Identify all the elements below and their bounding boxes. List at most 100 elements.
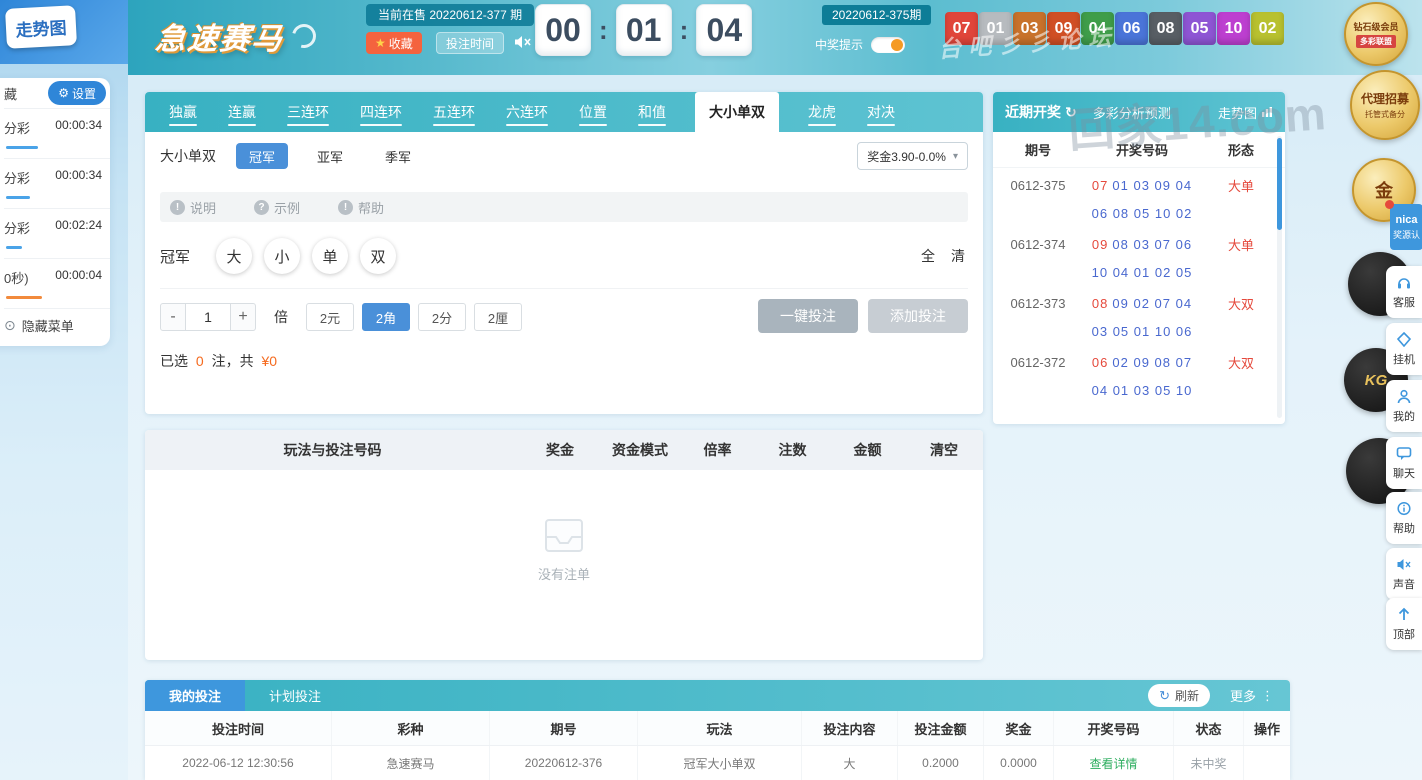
quick-bet-button[interactable]: 一键投注 [758,299,858,333]
winning-balls: 07010309040608051002 [945,12,1284,45]
lottery-item[interactable]: 分彩 00:00:34 [4,158,110,208]
tab-hezhi[interactable]: 和值 [636,92,668,132]
tab-weizhi[interactable]: 位置 [577,92,609,132]
tab-recent-draws[interactable]: 近期开奖 ↻ [1005,102,1077,122]
countdown-colon: : [680,15,689,46]
tab-analysis-forecast[interactable]: 多彩分析预测 [1093,103,1171,122]
first-number: 06 [1092,355,1108,370]
mute-icon[interactable] [514,35,532,49]
sound-button[interactable]: 声音 [1386,548,1422,600]
current-issue-label: 当前在售 20220612-377 期 [366,4,534,26]
multiplier-decrease-button[interactable]: - [160,303,186,331]
sound-label: 声音 [1393,576,1415,592]
view-details-link[interactable]: 查看详情 [1053,746,1173,780]
win-tip: 中奖提示 [815,36,905,53]
add-bet-button[interactable]: 添加投注 [868,299,968,333]
tab-longhu[interactable]: 龙虎 [806,92,838,132]
lottery-item[interactable]: 0秒) 00:00:04 [4,258,110,308]
tab-silianhuan[interactable]: 四连环 [358,92,404,132]
slip-col-clear[interactable]: 清空 [905,440,983,460]
tab-sanlianhuan[interactable]: 三连环 [285,92,331,132]
tab-liulianhuan[interactable]: 六连环 [504,92,550,132]
lottery-countdown: 00:00:04 [55,268,102,282]
play-group-label: 大小单双 [160,146,216,166]
bet-time-button[interactable]: 投注时间 [436,32,504,54]
chat-button[interactable]: 聊天 [1386,437,1422,489]
bonus-select-value: 奖金3.90-0.0% [867,148,946,165]
subtab-champion[interactable]: 冠军 [236,143,288,169]
tab-lianying[interactable]: 连赢 [226,92,258,132]
unit-jiao-button[interactable]: 2角 [362,303,410,331]
trend-chart-badge[interactable]: 走势图 [5,5,77,49]
tab-wulianhuan[interactable]: 五连环 [431,92,477,132]
subtab-third[interactable]: 季军 [372,143,424,169]
lottery-item[interactable]: 分彩 00:02:24 [4,208,110,258]
lottery-progress-bar [6,296,42,299]
tab-trend-chart[interactable]: 走势图 [1218,103,1273,122]
cert-tag-line2: 奖源认 [1393,228,1420,241]
row-issue: 0612-375 [993,178,1083,193]
bet-option-odd[interactable]: 单 [312,238,348,274]
my-account-button[interactable]: 我的 [1386,380,1422,432]
favorite-button[interactable]: ★ 收藏 [366,32,422,54]
multiplier-increase-button[interactable]: + [230,303,256,331]
help-link[interactable]: ! 帮助 [338,198,384,217]
help-button[interactable]: 帮助 [1386,492,1422,544]
col-numbers: 开奖号码 [1083,140,1201,159]
lottery-item[interactable]: 分彩 00:00:34 [4,108,110,158]
more-button[interactable]: 更多 ⋮ [1230,680,1274,711]
auto-play-button[interactable]: 挂机 [1386,323,1422,375]
win-tip-toggle[interactable] [871,37,905,53]
collapse-label: 藏 [4,84,17,103]
select-all-button[interactable]: 全 [921,246,935,266]
example-link[interactable]: ? 示例 [254,198,300,217]
app: 台吧彡彡论坛 回家14.com 走势图 藏 ⚙ 设置 分彩 00:00:34 分… [0,0,1422,780]
bonus-select[interactable]: 奖金3.90-0.0% ▾ [857,142,968,170]
rest-numbers: 08 03 07 06 [1112,237,1192,252]
favorite-label: 收藏 [389,35,413,52]
unit-fen-button[interactable]: 2分 [418,303,466,331]
chart-icon [1261,106,1273,118]
logo[interactable]: 急速赛马 [156,14,316,58]
cell-bet-time: 2022-06-12 12:30:56 [145,746,331,780]
bet-option-small[interactable]: 小 [264,238,300,274]
tab-plan-bets[interactable]: 计划投注 [245,680,345,711]
subtab-runnerup[interactable]: 亚军 [304,143,356,169]
refresh-button[interactable]: ↻ 刷新 [1148,684,1210,707]
recent-draws-label: 近期开奖 [1005,102,1061,122]
agent-recruit-badge[interactable]: 代理招募 托管式备分 [1350,70,1420,140]
col-amount: 投注金额 [897,711,983,745]
tab-duijue[interactable]: 对决 [865,92,897,132]
settings-label: 设置 [72,85,96,102]
example-label: 示例 [274,198,300,217]
instructions-link[interactable]: ! 说明 [170,198,216,217]
agent-badge-line2: 托管式备分 [1365,109,1405,120]
unit-li-button[interactable]: 2厘 [474,303,522,331]
settings-button[interactable]: ⚙ 设置 [48,81,106,105]
tab-daxiaodanshuang[interactable]: 大小单双 [695,92,779,132]
tab-duying[interactable]: 独赢 [167,92,199,132]
empty-state: 没有注单 [145,470,983,630]
bet-option-big[interactable]: 大 [216,238,252,274]
tab-my-bets[interactable]: 我的投注 [145,680,245,711]
hide-menu-label: 隐藏菜单 [22,316,74,335]
col-bonus: 奖金 [983,711,1053,745]
multiplier-value[interactable]: 1 [186,303,230,331]
refresh-icon[interactable]: ↻ [1065,104,1077,121]
unit-yuan-button[interactable]: 2元 [306,303,354,331]
multiplier-label: 倍 [274,307,288,327]
first-number: 08 [1092,296,1108,311]
winning-ball-02: 02 [1251,12,1284,45]
customer-service-button[interactable]: 客服 [1386,266,1422,318]
row-numbers-line2: 03 05 01 10 06 [1083,324,1201,339]
logo-horse-emblem [288,20,321,53]
scrollbar-thumb[interactable] [1277,138,1282,230]
bet-option-even[interactable]: 双 [360,238,396,274]
clear-button[interactable]: 清 [951,246,965,266]
hide-menu-button[interactable]: ⊙ 隐藏菜单 [4,308,110,342]
back-to-top-button[interactable]: 顶部 [1386,598,1422,650]
row-numbers-line2: 10 04 01 02 05 [1083,265,1201,280]
lottery-countdown: 00:02:24 [55,218,102,232]
cert-tag[interactable]: nica 奖源认 [1390,204,1422,250]
vip-badge[interactable]: 钻石级会员 多彩联盟 [1344,2,1408,66]
